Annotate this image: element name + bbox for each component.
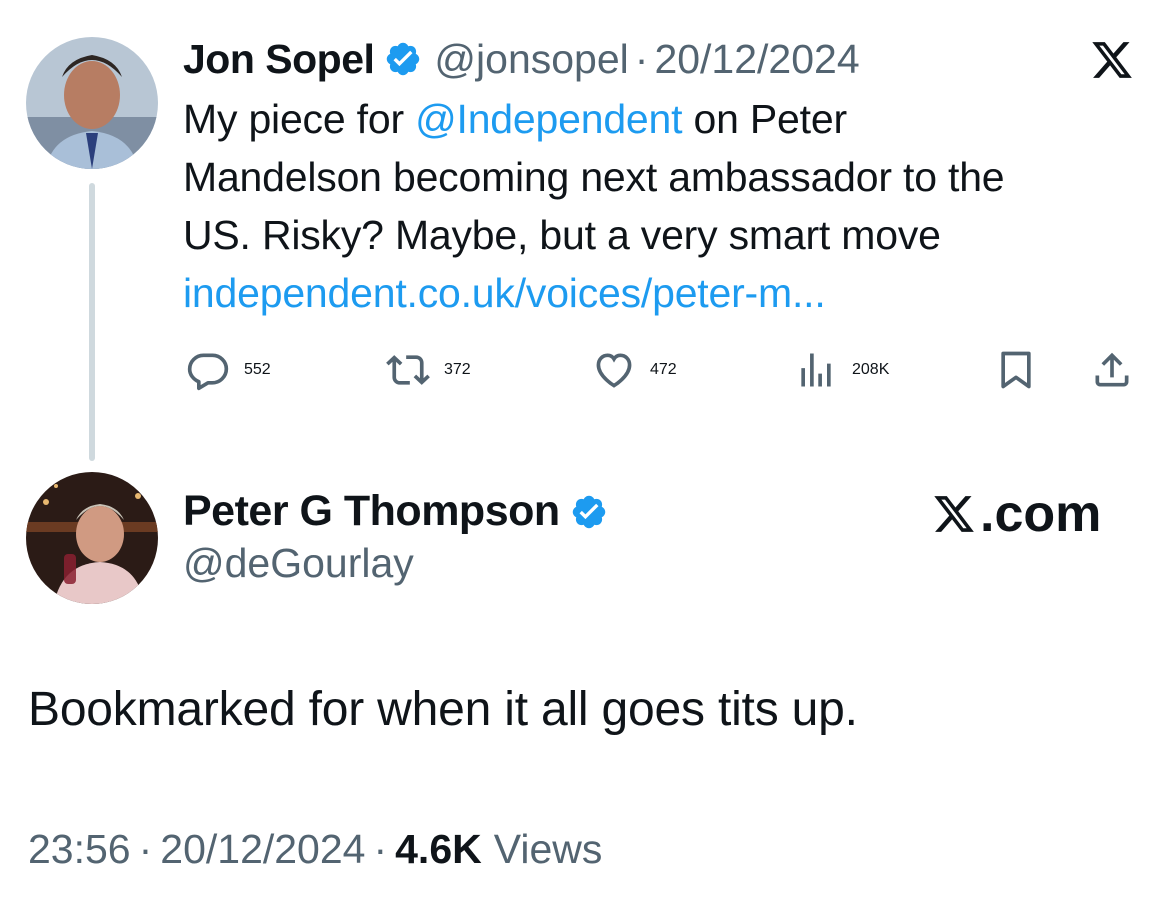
like-count: 472 [650,361,677,378]
body-line-3: US. Risky? Maybe, but a very smart move [183,212,941,258]
verified-badge-icon[interactable] [384,40,422,78]
mention-link[interactable]: @Independent [415,96,682,142]
header-separator: · [634,35,649,82]
reply-author-handle[interactable]: @deGourlay [183,540,414,587]
tweet-time[interactable]: 23:56 [28,826,131,873]
verified-badge-icon[interactable] [570,493,608,531]
quoted-author-handle[interactable]: @jonsopel [434,36,628,83]
quoted-author-name[interactable]: Jon Sopel [183,36,375,83]
bookmark-icon [1001,351,1031,389]
body-text: on Peter [682,96,848,142]
body-text: My piece for [183,96,416,142]
like-button[interactable]: 472 [592,340,677,400]
reply-count: 552 [244,361,271,378]
quoted-tweet-body: My piece for @Independent on Peter Mande… [183,90,1143,322]
reply-tweet-text: Bookmarked for when it all goes tits up. [28,683,858,736]
views-count: 208K [852,361,890,378]
reply-author-name[interactable]: Peter G Thompson [183,487,560,536]
quoted-tweet-header: Jon Sopel @jonsopel · 20/12/2024 [183,34,860,84]
reply-author-header: Peter G Thompson [183,487,620,536]
body-line-2: Mandelson becoming next ambassador to th… [183,154,1005,200]
repost-count: 372 [444,361,471,378]
views-chart-icon [801,353,831,387]
reply-tweet-meta: 23:56 · 20/12/2024 · 4.6K Views [28,826,602,873]
reply-icon [187,353,229,391]
meta-separator: · [373,826,388,872]
views-count[interactable]: 4.6K [395,826,482,873]
jon-sopel-avatar[interactable] [26,37,158,169]
x-logo-icon[interactable] [1086,38,1138,82]
views-label: Views [493,826,603,872]
share-icon [1095,352,1129,387]
avatar-photo-icon [26,472,158,604]
share-button[interactable] [1090,340,1134,400]
avatar-photo-icon [26,37,158,169]
thread-connector-line [89,183,95,461]
tweet-date[interactable]: 20/12/2024 [160,826,365,873]
quoted-tweet-date[interactable]: 20/12/2024 [654,36,859,83]
site-label: .com [980,485,1102,543]
reply-button[interactable]: 552 [186,340,271,400]
views-button[interactable]: 208K [794,340,889,400]
meta-separator: · [138,826,153,872]
heart-icon [596,353,632,388]
peter-thompson-avatar[interactable] [26,472,158,604]
x-com-watermark: .com [930,484,1101,544]
body-line-1: My piece for @Independent on Peter [183,90,1143,148]
article-link[interactable]: independent.co.uk/voices/peter-m... [183,264,1143,322]
x-logo-icon [934,496,974,532]
repost-icon [386,355,430,385]
bookmark-button[interactable] [994,340,1038,400]
repost-button[interactable]: 372 [386,340,471,400]
